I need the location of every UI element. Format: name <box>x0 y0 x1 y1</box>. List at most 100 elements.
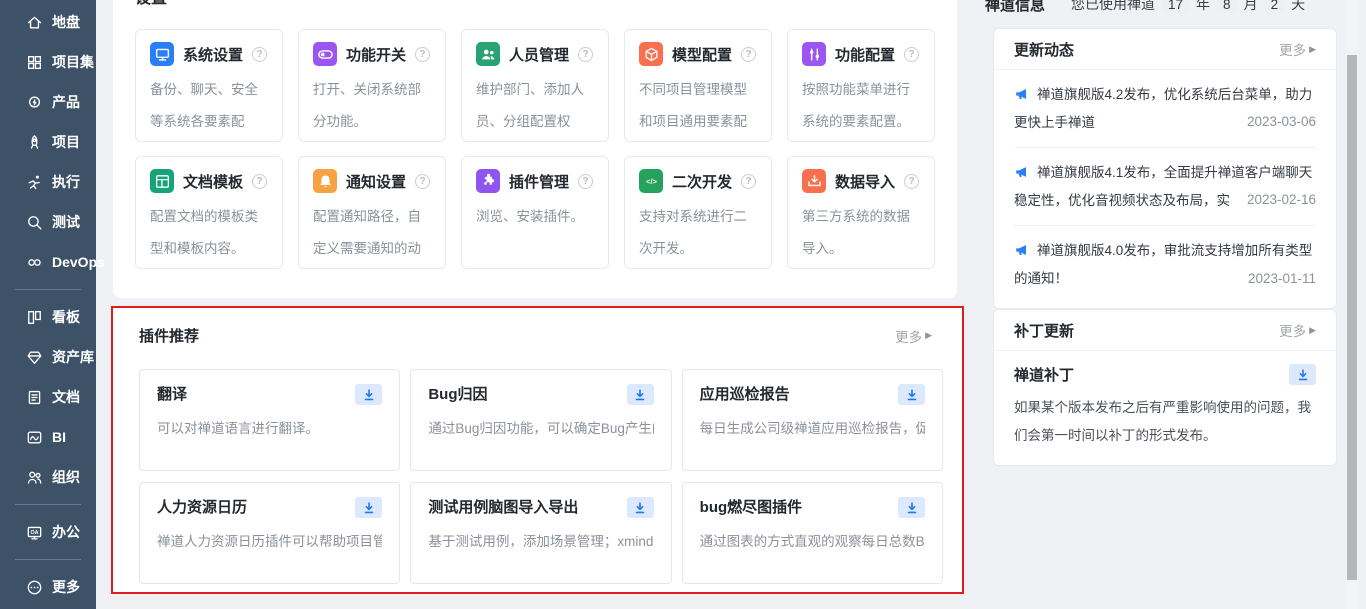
toggle-icon <box>313 42 337 66</box>
sidebar-label: 办公 <box>52 524 80 540</box>
news-item[interactable]: 禅道旗舰版4.0发布，审批流支持增加所有类型的通知！ 2023-01-11 <box>1014 226 1316 304</box>
help-icon[interactable]: ? <box>741 46 757 62</box>
sidebar-label: 看板 <box>52 309 80 325</box>
sliders-icon <box>802 42 826 66</box>
sidebar-item-office[interactable]: OA 办公 <box>0 512 96 552</box>
sidebar-label: BI <box>52 429 66 445</box>
bi-icon <box>26 429 43 446</box>
usage-days-badge: 2 <box>1264 0 1285 13</box>
sidebar-label: 文档 <box>52 389 80 405</box>
card-title: 数据导入 <box>835 173 896 191</box>
help-icon[interactable]: ? <box>415 173 431 189</box>
sidebar-item-assets[interactable]: 资产库 <box>0 337 96 377</box>
settings-card-grid: 系统设置 ? 备份、聊天、安全等系统各要素配置。 功能开关 ? 打开、关闭系统部… <box>135 29 935 269</box>
sidebar: 地盘 项目集 产品 项目 执行 测试 DevOps 看板 资产库 文档 BI 组… <box>0 0 105 609</box>
settings-card-notification[interactable]: 通知设置 ? 配置通知路径，自定义需要通知的动作。 <box>298 156 446 269</box>
code-icon: </> <box>639 169 663 193</box>
sidebar-item-execution[interactable]: 执行 <box>0 162 96 202</box>
download-button[interactable] <box>898 384 925 405</box>
sidebar-label: 执行 <box>52 174 80 190</box>
settings-card-system[interactable]: 系统设置 ? 备份、聊天、安全等系统各要素配置。 <box>135 29 283 142</box>
settings-card-feature-config[interactable]: 功能配置 ? 按照功能菜单进行系统的要素配置。 <box>787 29 935 142</box>
news-item[interactable]: 禅道旗舰版4.1发布，全面提升禅道客户端聊天稳定性，优化音视频状态及布局，实 2… <box>1014 148 1316 226</box>
patch-item-title: 禅道补丁 <box>1014 367 1075 384</box>
help-icon[interactable]: ? <box>252 46 268 62</box>
zentao-info-title: 禅道信息 <box>985 0 1046 14</box>
help-icon[interactable]: ? <box>578 173 594 189</box>
plugin-card-bug-attribution[interactable]: Bug归因 通过Bug归因功能，可以确定Bug产生的 <box>410 369 672 471</box>
plugin-card-mindmap-import-export[interactable]: 测试用例脑图导入导出 基于测试用例，添加场景管理；xmind 导 <box>410 482 672 584</box>
download-button[interactable] <box>355 384 383 405</box>
news-more-link[interactable]: 更多 ▶ <box>1279 39 1316 59</box>
settings-card-data-import[interactable]: 数据导入 ? 第三方系统的数据导入。 <box>787 156 935 269</box>
plugin-desc: 通过Bug归因功能，可以确定Bug产生的 <box>428 421 654 436</box>
patch-title: 补丁更新 <box>1014 322 1075 340</box>
sidebar-item-project-set[interactable]: 项目集 <box>0 42 96 82</box>
puzzle-icon <box>476 169 500 193</box>
plugin-desc: 可以对禅道语言进行翻译。 <box>157 421 319 436</box>
sidebar-label: 项目 <box>52 134 80 150</box>
sidebar-item-more[interactable]: 更多 <box>0 567 96 607</box>
download-button[interactable] <box>355 497 383 518</box>
settings-card-plugin-manage[interactable]: 插件管理 ? 浏览、安装插件。 <box>461 156 609 269</box>
patch-card: 补丁更新 更多 ▶ 禅道补丁 如果某个版本发布之后有严重影响使用的问题，我们会第… <box>993 309 1337 466</box>
bell-icon <box>313 169 337 193</box>
news-item[interactable]: 禅道旗舰版4.2发布，优化系统后台菜单，助力更快上手禅道 2023-03-06 <box>1014 70 1316 148</box>
sidebar-label: 资产库 <box>52 349 94 365</box>
card-desc: 支持对系统进行二次开发。 <box>639 209 747 256</box>
settings-card-model[interactable]: 模型配置 ? 不同项目管理模型和项目通用要素配置。 <box>624 29 772 142</box>
sidebar-item-org[interactable]: 组织 <box>0 457 96 497</box>
devops-icon <box>26 254 43 271</box>
sidebar-item-devops[interactable]: DevOps <box>0 242 105 282</box>
sidebar-label: 产品 <box>52 94 80 110</box>
card-title: 模型配置 <box>672 46 733 64</box>
sidebar-divider <box>15 289 81 290</box>
settings-card-feature-switch[interactable]: 功能开关 ? 打开、关闭系统部分功能。 <box>298 29 446 142</box>
sidebar-divider <box>15 504 81 505</box>
help-icon[interactable]: ? <box>904 46 920 62</box>
card-desc: 按照功能菜单进行系统的要素配置。 <box>802 82 910 129</box>
sidebar-item-test[interactable]: 测试 <box>0 202 96 242</box>
test-icon <box>26 214 43 231</box>
plugin-card-hr-calendar[interactable]: 人力资源日历 禅道人力资源日历插件可以帮助项目管理 <box>139 482 401 584</box>
template-icon <box>150 169 174 193</box>
scrollbar-thumb[interactable] <box>1347 55 1357 580</box>
download-button[interactable] <box>898 497 925 518</box>
plugin-card-inspection-report[interactable]: 应用巡检报告 每日生成公司级禅道应用巡检报告，促进 <box>681 369 943 471</box>
home-icon <box>26 14 43 31</box>
users-icon <box>476 42 500 66</box>
plugin-card-bug-burndown[interactable]: bug燃尽图插件 通过图表的方式直观的观察每日总数Bug <box>681 482 943 584</box>
card-desc: 配置通知路径，自定义需要通知的动作。 <box>313 209 421 256</box>
help-icon[interactable]: ? <box>252 173 268 189</box>
plugin-desc: 每日生成公司级禅道应用巡检报告，促进 <box>699 421 925 436</box>
settings-card-secondary-dev[interactable]: </> 二次开发 ? 支持对系统进行二次开发。 <box>624 156 772 269</box>
plugin-more-link[interactable]: 更多 ▶ <box>895 326 932 346</box>
cube-icon <box>639 42 663 66</box>
sidebar-label: 更多 <box>52 579 80 595</box>
help-icon[interactable]: ? <box>904 173 920 189</box>
download-button[interactable] <box>626 497 654 518</box>
megaphone-icon <box>1014 242 1030 258</box>
sidebar-item-doc[interactable]: 文档 <box>0 377 96 417</box>
download-button[interactable] <box>626 384 654 405</box>
sidebar-item-home[interactable]: 地盘 <box>0 2 96 42</box>
sidebar-item-project[interactable]: 项目 <box>0 122 96 162</box>
sidebar-divider <box>15 559 81 560</box>
zentao-info-row: 禅道信息 您已使用禅道 17 年 8 月 2 天 <box>985 0 1347 16</box>
svg-text:</>: </> <box>646 177 658 186</box>
patch-more-link[interactable]: 更多 ▶ <box>1279 320 1316 340</box>
sidebar-item-bi[interactable]: BI <box>0 417 96 457</box>
plugin-title: 应用巡检报告 <box>699 386 790 403</box>
help-icon[interactable]: ? <box>741 173 757 189</box>
download-button[interactable] <box>1289 364 1316 385</box>
plugin-card-translate[interactable]: 翻译 可以对禅道语言进行翻译。 <box>139 369 401 471</box>
sidebar-item-kanban[interactable]: 看板 <box>0 297 96 337</box>
settings-card-doc-template[interactable]: 文档模板 ? 配置文档的模板类型和模板内容。 <box>135 156 283 269</box>
settings-card-personnel[interactable]: 人员管理 ? 维护部门、添加人员、分组配置权限。 <box>461 29 609 142</box>
sidebar-label: 组织 <box>52 469 80 485</box>
news-card: 更新动态 更多 ▶ 禅道旗舰版4.2发布，优化系统后台菜单，助力更快上手禅道 2… <box>993 28 1337 309</box>
card-title: 插件管理 <box>509 173 570 191</box>
help-icon[interactable]: ? <box>578 46 594 62</box>
help-icon[interactable]: ? <box>415 46 431 62</box>
sidebar-item-product[interactable]: 产品 <box>0 82 96 122</box>
